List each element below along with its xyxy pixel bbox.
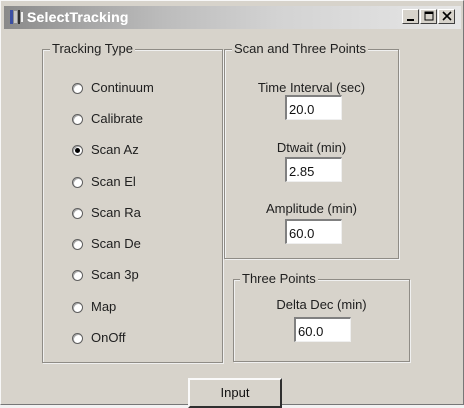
- delta-dec-label: Delta Dec (min): [276, 297, 367, 312]
- window-title: SelectTracking: [27, 9, 129, 25]
- radio-onoff[interactable]: OnOff: [72, 328, 125, 348]
- radio-continuum[interactable]: Continuum: [72, 78, 154, 98]
- close-button[interactable]: [438, 9, 455, 24]
- radio-label-scan-el: Scan El: [91, 174, 136, 189]
- radio-calibrate[interactable]: Calibrate: [72, 109, 143, 129]
- radio-scan-de[interactable]: Scan De: [72, 234, 141, 254]
- amplitude-label: Amplitude (min): [265, 201, 358, 216]
- radio-label-scan-az: Scan Az: [91, 142, 139, 157]
- radio-scan-ra[interactable]: Scan Ra: [72, 203, 141, 223]
- window-controls: [401, 9, 455, 26]
- delta-dec-input[interactable]: [294, 317, 351, 342]
- radio-scan-az[interactable]: Scan Az: [72, 140, 139, 160]
- amplitude-input[interactable]: [285, 219, 342, 244]
- close-icon: [442, 11, 452, 21]
- radio-map[interactable]: Map: [72, 297, 116, 317]
- radio-label-scan-de: Scan De: [91, 236, 141, 251]
- radio-button-selected[interactable]: [72, 144, 83, 156]
- app-icon: [9, 9, 25, 25]
- time-interval-input[interactable]: [285, 95, 342, 120]
- time-interval-label: Time Interval (sec): [257, 80, 366, 95]
- radio-label-onoff: OnOff: [91, 330, 126, 345]
- scan-and-three-points-label: Scan and Three Points: [232, 41, 369, 57]
- radio-button[interactable]: [72, 269, 83, 281]
- radio-button[interactable]: [72, 332, 83, 344]
- radio-button[interactable]: [72, 238, 83, 250]
- radio-button[interactable]: [72, 207, 83, 219]
- three-points-label: Three Points: [240, 271, 318, 287]
- title-bar[interactable]: SelectTracking: [4, 6, 461, 29]
- radio-button[interactable]: [72, 82, 83, 94]
- radio-label-calibrate: Calibrate: [91, 111, 144, 126]
- three-points-group: Three Points Delta Dec (min): [233, 271, 410, 362]
- tracking-type-label: Tracking Type: [50, 41, 135, 57]
- radio-label-scan-ra: Scan Ra: [91, 205, 141, 220]
- radio-label-continuum: Continuum: [91, 80, 154, 95]
- maximize-button[interactable]: [420, 9, 437, 24]
- radio-button[interactable]: [72, 113, 83, 125]
- radio-label-map: Map: [91, 299, 117, 314]
- maximize-icon: [424, 11, 434, 21]
- scan-and-three-points-group: Scan and Three Points Time Interval (sec…: [224, 41, 399, 259]
- dtwait-input[interactable]: [285, 157, 342, 182]
- minimize-button[interactable]: [402, 9, 419, 24]
- minimize-icon: [407, 19, 414, 21]
- radio-button[interactable]: [72, 176, 83, 188]
- tracking-type-group: Tracking Type Continuum Calibrate Scan A…: [42, 41, 223, 363]
- radio-button[interactable]: [72, 301, 83, 313]
- input-button[interactable]: Input: [188, 378, 282, 408]
- dtwait-label: Dtwait (min): [276, 140, 347, 155]
- radio-scan-el[interactable]: Scan El: [72, 172, 136, 192]
- select-tracking-window: SelectTracking Tracking Type Continuum C…: [0, 0, 464, 408]
- radio-label-scan-3p: Scan 3p: [91, 267, 139, 282]
- radio-scan-3p[interactable]: Scan 3p: [72, 265, 139, 285]
